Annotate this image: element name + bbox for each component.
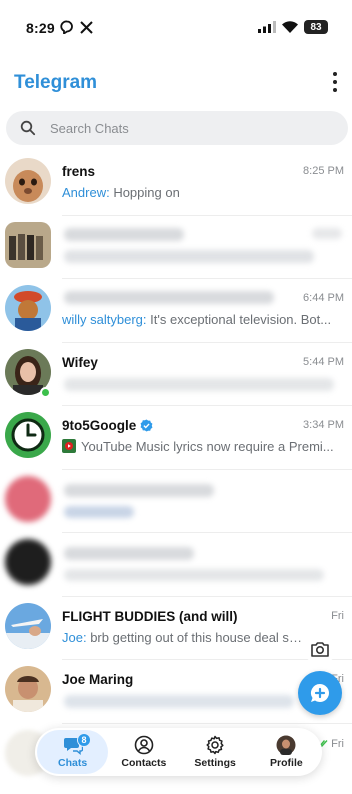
search-icon	[20, 120, 36, 136]
redacted-name	[64, 227, 184, 241]
chat-name: Joe Maring	[62, 672, 134, 687]
chat-time-text: Fri	[331, 737, 344, 750]
redacted-name	[64, 547, 194, 560]
redacted-name	[64, 483, 214, 497]
redacted-preview	[64, 569, 324, 581]
search-input[interactable]: Search Chats	[6, 111, 348, 145]
camera-icon	[311, 642, 329, 657]
avatar	[5, 158, 51, 204]
avatar	[5, 539, 51, 585]
chat-time: 6:44 PM	[303, 292, 344, 304]
profile-avatar	[276, 735, 296, 755]
nav-settings[interactable]: Settings	[180, 730, 251, 774]
chat-time: Fri	[331, 609, 344, 622]
chat-time: 8:25 PM	[303, 165, 344, 177]
youtube-thumbnail-icon	[62, 439, 76, 453]
contacts-icon	[134, 735, 154, 755]
new-message-icon	[310, 684, 329, 702]
chat-time: 5:44 PM	[303, 355, 344, 368]
camera-button[interactable]	[306, 637, 334, 661]
chat-name-text: 9to5Google	[62, 418, 137, 433]
chat-sender: Andrew:	[62, 185, 110, 200]
app-header: Telegram	[0, 62, 352, 102]
avatar	[5, 285, 51, 331]
chat-row-wifey[interactable]: Wifey 5:44 PM	[0, 343, 352, 406]
chat-preview: Andrew: Hopping on	[62, 185, 344, 200]
avatar	[5, 666, 51, 712]
chat-row-9to5google[interactable]: 9to5Google 3:34 PM YouTube Music lyrics …	[0, 406, 352, 470]
nav-label: Profile	[270, 757, 303, 769]
chat-row-frens[interactable]: frens 8:25 PM Andrew: Hopping on	[0, 152, 352, 216]
redacted-time	[312, 227, 342, 239]
clock-icon	[5, 412, 51, 458]
nav-profile[interactable]: Profile	[251, 730, 322, 774]
bottom-nav: 8 Chats Contacts Settings Profile	[35, 728, 322, 776]
avatar	[5, 221, 51, 268]
redacted-name	[64, 291, 274, 304]
nav-chats[interactable]: 8 Chats	[37, 730, 109, 774]
status-notification-icons	[60, 20, 93, 34]
chat-bubble-icon	[60, 20, 73, 34]
gear-icon	[206, 735, 224, 755]
search-placeholder: Search Chats	[50, 120, 129, 136]
status-bar: 8:29 83	[0, 0, 352, 56]
status-time: 8:29	[26, 20, 55, 36]
x-logo-icon	[80, 20, 93, 34]
app-title: Telegram	[14, 72, 98, 93]
chat-message: YouTube Music lyrics now require a Premi…	[81, 439, 334, 454]
chat-row-blurred[interactable]	[0, 216, 352, 279]
more-menu-icon[interactable]	[330, 72, 340, 92]
compose-button[interactable]	[298, 671, 342, 715]
chat-sender: Joe:	[62, 629, 87, 645]
redacted-preview	[64, 695, 294, 708]
chat-name: Wifey	[62, 354, 98, 370]
chat-name: frens	[62, 164, 96, 179]
chat-row-blurred[interactable]	[0, 470, 352, 533]
avatar	[5, 602, 51, 649]
chat-message: Hopping on	[109, 185, 180, 200]
redacted-preview	[64, 249, 314, 263]
nav-label: Contacts	[121, 757, 167, 769]
avatar	[5, 412, 51, 458]
chat-sender: willy saltyberg:	[62, 312, 147, 327]
nav-contacts[interactable]: Contacts	[108, 730, 179, 774]
chat-row-flight-buddies[interactable]: FLIGHT BUDDIES (and will) Fri Joe: brb g…	[0, 597, 352, 660]
unread-badge: 8	[77, 733, 91, 747]
redacted-preview	[64, 377, 334, 391]
chat-message: brb getting out of this house deal sc...	[86, 629, 302, 645]
signal-icon	[258, 21, 276, 33]
chat-preview: willy saltyberg: It's exceptional televi…	[62, 312, 344, 327]
chat-row-blurred[interactable]	[0, 533, 352, 597]
status-system-icons: 83	[258, 20, 328, 34]
chat-time: 3:34 PM	[303, 419, 344, 431]
nav-label: Chats	[58, 757, 88, 769]
chat-name: FLIGHT BUDDIES (and will)	[62, 608, 238, 624]
chat-row-group[interactable]: 6:44 PM willy saltyberg: It's exceptiona…	[0, 279, 352, 343]
chat-message: It's exceptional television. Bot...	[146, 312, 332, 327]
redacted-preview	[64, 505, 134, 518]
online-indicator	[40, 386, 51, 398]
battery-icon: 83	[304, 20, 328, 34]
chat-preview: Joe: brb getting out of this house deal …	[62, 630, 302, 645]
chat-preview: YouTube Music lyrics now require a Premi…	[62, 439, 344, 454]
verified-badge-icon	[140, 419, 153, 432]
avatar	[5, 475, 51, 522]
wifi-icon	[282, 21, 298, 33]
nav-label: Settings	[194, 757, 236, 769]
chat-name: 9to5Google	[62, 418, 153, 433]
